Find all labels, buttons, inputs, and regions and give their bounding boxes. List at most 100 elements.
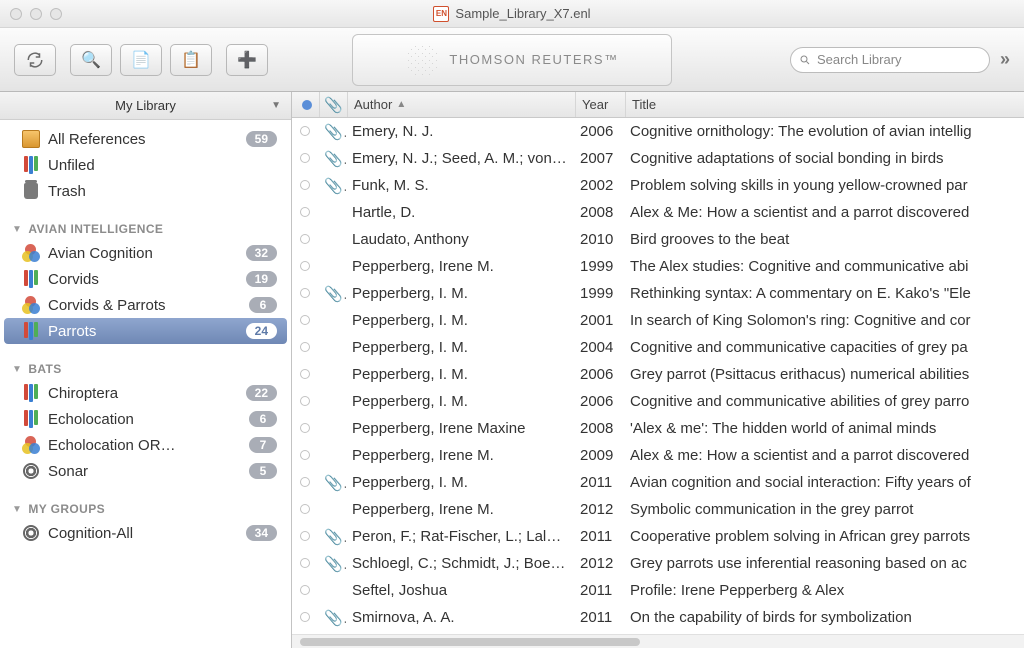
table-row[interactable]: 📎Emery, N. J.; Seed, A. M.; von…2007Cogn… (292, 145, 1024, 172)
sidebar-item-label: Cognition-All (48, 525, 238, 542)
sidebar-item[interactable]: Echolocation6 (4, 406, 287, 432)
title-cell: Cooperative problem solving in African g… (624, 528, 1024, 545)
read-status-cell[interactable] (292, 555, 318, 572)
table-row[interactable]: Seftel, Joshua2011Profile: Irene Pepperb… (292, 577, 1024, 604)
group-title-label: AVIAN INTELLIGENCE (28, 222, 163, 236)
table-row[interactable]: 📎Schloegl, C.; Schmidt, J.; Boe…2012Grey… (292, 550, 1024, 577)
count-badge: 6 (249, 411, 277, 427)
col-year[interactable]: Year (576, 92, 626, 117)
title-cell: Alex & Me: How a scientist and a parrot … (624, 204, 1024, 221)
title-cell: Cognitive and communicative capacities o… (624, 339, 1024, 356)
table-row[interactable]: Pepperberg, I. M.2004Cognitive and commu… (292, 334, 1024, 361)
group-header[interactable]: ▼AVIAN INTELLIGENCE (0, 216, 291, 240)
read-status-cell[interactable] (292, 366, 318, 383)
read-status-cell[interactable] (292, 339, 318, 356)
table-row[interactable]: Laudato, Anthony2010Bird grooves to the … (292, 226, 1024, 253)
group-header[interactable]: ▼BATS (0, 356, 291, 380)
table-row[interactable]: 📎Emery, N. J.2006Cognitive ornithology: … (292, 118, 1024, 145)
table-body[interactable]: 📎Emery, N. J.2006Cognitive ornithology: … (292, 118, 1024, 634)
sidebar-item[interactable]: Unfiled (4, 152, 287, 178)
table-row[interactable]: Pepperberg, Irene M.2012Symbolic communi… (292, 496, 1024, 523)
attachment-cell[interactable]: 📎 (318, 555, 346, 573)
read-status-cell[interactable] (292, 231, 318, 248)
read-status-cell[interactable] (292, 204, 318, 221)
sidebar-item-label: Corvids & Parrots (48, 297, 241, 314)
sidebar-item[interactable]: Parrots24 (4, 318, 287, 344)
dropdown-icon[interactable]: ▼ (271, 100, 281, 111)
table-row[interactable]: Pepperberg, I. M.2006Grey parrot (Psitta… (292, 361, 1024, 388)
find-fulltext-button[interactable]: 🔍 (70, 44, 112, 76)
disclosure-triangle-icon: ▼ (12, 364, 22, 375)
year-cell: 2008 (574, 420, 624, 437)
table-row[interactable]: Pepperberg, I. M.2001In search of King S… (292, 307, 1024, 334)
read-status-cell[interactable] (292, 582, 318, 599)
scrollbar-thumb[interactable] (300, 638, 640, 646)
attachment-cell[interactable]: 📎 (318, 285, 346, 303)
read-status-cell[interactable] (292, 474, 318, 491)
col-title[interactable]: Title (626, 92, 1024, 117)
unread-dot-icon (300, 342, 310, 352)
search-input[interactable]: Search Library (790, 47, 990, 73)
import-button[interactable]: 📋 (170, 44, 212, 76)
sync-button[interactable] (14, 44, 56, 76)
read-status-cell[interactable] (292, 420, 318, 437)
read-status-cell[interactable] (292, 258, 318, 275)
read-status-cell[interactable] (292, 609, 318, 626)
title-cell: Symbolic communication in the grey parro… (624, 501, 1024, 518)
sidebar-item[interactable]: Sonar5 (4, 458, 287, 484)
table-header[interactable]: 📎 Author▲ Year Title (292, 92, 1024, 118)
group-header[interactable]: ▼MY GROUPS (0, 496, 291, 520)
table-row[interactable]: 📎Pepperberg, I. M.1999Rethinking syntax:… (292, 280, 1024, 307)
new-group-button[interactable]: ➕ (226, 44, 268, 76)
sidebar-item[interactable]: Cognition-All34 (4, 520, 287, 546)
attachment-cell[interactable]: 📎 (318, 177, 346, 195)
expand-toolbar-button[interactable]: » (1000, 49, 1010, 70)
year-cell: 2008 (574, 204, 624, 221)
horizontal-scrollbar[interactable] (292, 634, 1024, 648)
attachment-cell[interactable]: 📎 (318, 150, 346, 168)
sidebar-item[interactable]: Trash (4, 178, 287, 204)
sidebar-item[interactable]: All References59 (4, 126, 287, 152)
read-status-cell[interactable] (292, 150, 318, 167)
table-row[interactable]: 📎Pepperberg, I. M.2011Avian cognition an… (292, 469, 1024, 496)
unread-dot-icon (300, 396, 310, 406)
read-status-cell[interactable] (292, 177, 318, 194)
col-author[interactable]: Author▲ (348, 92, 576, 117)
table-row[interactable]: Pepperberg, Irene M.1999The Alex studies… (292, 253, 1024, 280)
table-row[interactable]: Hartle, D.2008Alex & Me: How a scientist… (292, 199, 1024, 226)
attachment-cell[interactable]: 📎 (318, 474, 346, 492)
sidebar-header[interactable]: My Library ▼ (0, 92, 291, 120)
col-readstatus[interactable] (294, 92, 320, 117)
read-status-cell[interactable] (292, 447, 318, 464)
sidebar-item[interactable]: Corvids & Parrots 6 (4, 292, 287, 318)
sidebar-item[interactable]: Avian Cognition32 (4, 240, 287, 266)
count-badge: 59 (246, 131, 277, 147)
table-row[interactable]: Pepperberg, I. M.2006Cognitive and commu… (292, 388, 1024, 415)
attachment-cell[interactable]: 📎 (318, 528, 346, 546)
books-icon (22, 384, 40, 402)
col-attachment[interactable]: 📎 (320, 92, 348, 117)
read-status-cell[interactable] (292, 528, 318, 545)
sidebar-item[interactable]: Chiroptera22 (4, 380, 287, 406)
paperclip-icon: 📎 (324, 610, 346, 627)
new-reference-button[interactable]: 📄 (120, 44, 162, 76)
year-cell: 2011 (574, 582, 624, 599)
read-status-cell[interactable] (292, 312, 318, 329)
table-row[interactable]: 📎Peron, F.; Rat-Fischer, L.; Lalo…2011Co… (292, 523, 1024, 550)
count-badge: 6 (249, 297, 277, 313)
table-row[interactable]: Pepperberg, Irene Maxine2008'Alex & me':… (292, 415, 1024, 442)
table-row[interactable]: 📎Funk, M. S.2002Problem solving skills i… (292, 172, 1024, 199)
sidebar-item[interactable]: Corvids19 (4, 266, 287, 292)
table-row[interactable]: 📎Smirnova, A. A.2011On the capability of… (292, 604, 1024, 631)
year-cell: 2009 (574, 447, 624, 464)
sidebar-item[interactable]: Echolocation OR…7 (4, 432, 287, 458)
read-status-cell[interactable] (292, 393, 318, 410)
read-status-cell[interactable] (292, 501, 318, 518)
attachment-cell[interactable]: 📎 (318, 609, 346, 627)
table-row[interactable]: Pepperberg, Irene M.2009Alex & me: How a… (292, 442, 1024, 469)
paperclip-icon: 📎 (324, 151, 346, 168)
read-status-cell[interactable] (292, 285, 318, 302)
attachment-cell[interactable]: 📎 (318, 123, 346, 141)
read-status-cell[interactable] (292, 123, 318, 140)
box-icon (22, 130, 40, 148)
